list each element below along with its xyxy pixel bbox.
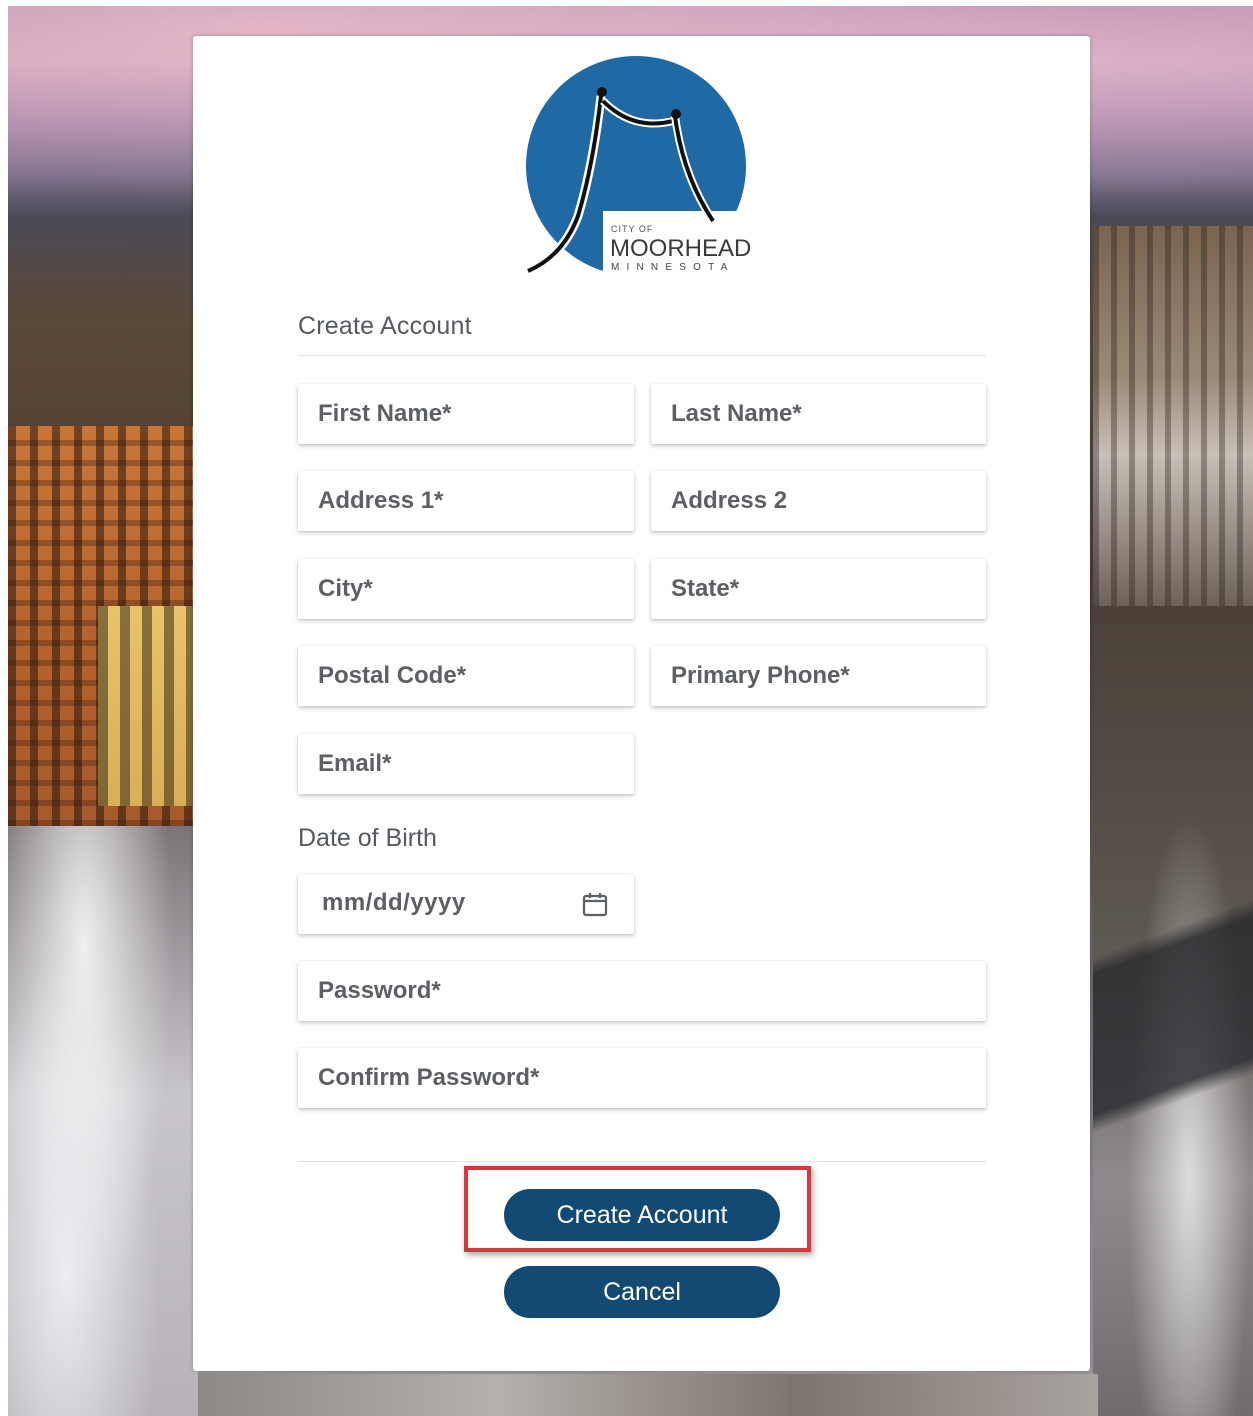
address1-input[interactable]: [298, 471, 634, 531]
address2-field[interactable]: [651, 471, 986, 531]
logo-state: MINNESOTA: [611, 262, 735, 273]
address2-input[interactable]: [651, 471, 986, 531]
date-of-birth-field[interactable]: mm/dd/yyyy: [298, 874, 634, 934]
primary-phone-field[interactable]: [651, 646, 986, 706]
city-field[interactable]: [298, 559, 634, 619]
password-field[interactable]: [298, 961, 986, 1021]
logo-name: MOORHEAD: [610, 235, 751, 262]
primary-phone-input[interactable]: [651, 646, 986, 706]
last-name-input[interactable]: [651, 384, 986, 444]
email-field[interactable]: [298, 734, 634, 794]
city-input[interactable]: [298, 559, 634, 619]
email-input[interactable]: [298, 734, 634, 794]
postal-code-input[interactable]: [298, 646, 634, 706]
state-field[interactable]: [651, 559, 986, 619]
date-of-birth-label: Date of Birth: [298, 824, 437, 852]
city-of-moorhead-logo: CITY OF MOORHEAD MINNESOTA: [526, 56, 763, 286]
cancel-button[interactable]: Cancel: [504, 1266, 780, 1318]
first-name-field[interactable]: [298, 384, 634, 444]
page: CITY OF MOORHEAD MINNESOTA Create Accoun…: [0, 0, 1253, 1416]
create-account-card: CITY OF MOORHEAD MINNESOTA Create Accoun…: [193, 36, 1090, 1371]
confirm-password-field[interactable]: [298, 1048, 986, 1108]
calendar-icon[interactable]: [582, 891, 608, 917]
logo-small-text: CITY OF: [611, 224, 653, 234]
password-input[interactable]: [298, 961, 986, 1021]
postal-code-field[interactable]: [298, 646, 634, 706]
buttons-divider: [298, 1161, 986, 1162]
state-input[interactable]: [651, 559, 986, 619]
date-of-birth-placeholder: mm/dd/yyyy: [322, 889, 466, 916]
highlight-box: [464, 1166, 811, 1252]
last-name-field[interactable]: [651, 384, 986, 444]
title-divider: [298, 355, 986, 356]
address1-field[interactable]: [298, 471, 634, 531]
confirm-password-input[interactable]: [298, 1048, 986, 1108]
section-title: Create Account: [298, 312, 472, 340]
first-name-input[interactable]: [298, 384, 634, 444]
